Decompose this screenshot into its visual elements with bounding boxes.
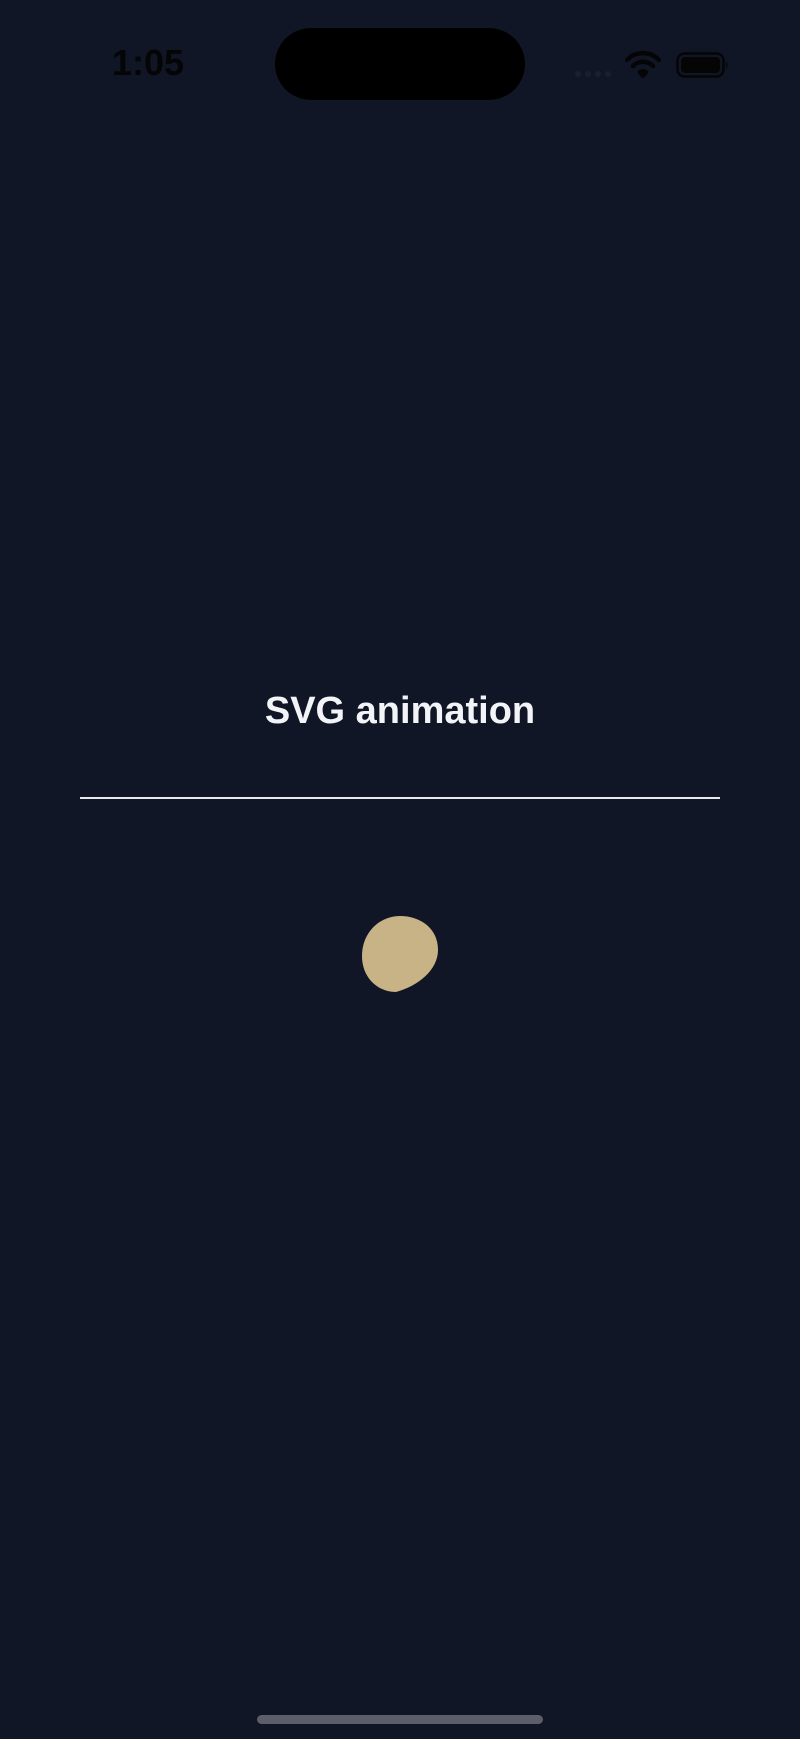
animated-blob — [362, 916, 438, 992]
signal-icon — [575, 71, 611, 77]
status-time: 1:05 — [112, 42, 185, 83]
dynamic-island — [275, 28, 525, 100]
status-bar: 1:05 — [0, 0, 800, 120]
page-title: SVG animation — [264, 690, 536, 732]
divider — [80, 797, 720, 799]
battery-icon — [676, 52, 728, 78]
wifi-icon — [625, 50, 661, 78]
home-indicator[interactable] — [257, 1715, 543, 1724]
